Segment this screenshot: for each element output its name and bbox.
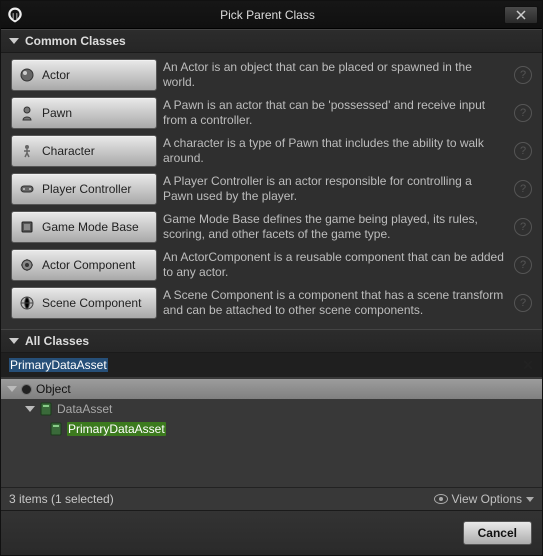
- help-icon[interactable]: ?: [514, 218, 532, 236]
- gamemode-icon: [18, 218, 36, 236]
- help-icon[interactable]: ?: [514, 104, 532, 122]
- class-row-pawn: Pawn A Pawn is an actor that can be 'pos…: [11, 97, 532, 129]
- class-button-scenecomponent[interactable]: Scene Component: [11, 287, 157, 319]
- view-options-label: View Options: [452, 492, 522, 506]
- class-button-actor[interactable]: Actor: [11, 59, 157, 91]
- chevron-down-icon: [7, 386, 17, 392]
- controller-icon: [18, 180, 36, 198]
- data-asset-icon: [49, 422, 63, 436]
- data-asset-icon: [39, 402, 53, 416]
- status-row: 3 items (1 selected) View Options: [1, 487, 542, 510]
- class-tree: Object DataAsset PrimaryDataAsset: [1, 377, 542, 441]
- search-row: PrimaryDataAsset ✕: [1, 353, 542, 377]
- scene-component-icon: [18, 294, 36, 312]
- pawn-icon: [18, 104, 36, 122]
- common-classes-label: Common Classes: [25, 34, 126, 48]
- class-row-gamemode: Game Mode Base Game Mode Base defines th…: [11, 211, 532, 243]
- chevron-down-icon: [25, 406, 35, 412]
- view-options-button[interactable]: View Options: [434, 492, 534, 506]
- class-label: Actor Component: [42, 258, 135, 272]
- class-row-character: Character A character is a type of Pawn …: [11, 135, 532, 167]
- class-desc: Game Mode Base defines the game being pl…: [163, 212, 508, 242]
- class-button-gamemode[interactable]: Game Mode Base: [11, 211, 157, 243]
- all-classes-header[interactable]: All Classes: [1, 329, 542, 353]
- window-title: Pick Parent Class: [31, 8, 504, 22]
- class-button-character[interactable]: Character: [11, 135, 157, 167]
- chevron-down-icon: [9, 38, 19, 44]
- unreal-logo-icon: [5, 5, 25, 25]
- class-row-scenecomponent: Scene Component A Scene Component is a c…: [11, 287, 532, 319]
- all-classes-body: PrimaryDataAsset ✕ Object DataAsset: [1, 353, 542, 510]
- all-classes-label: All Classes: [25, 334, 89, 348]
- class-desc: A character is a type of Pawn that inclu…: [163, 136, 508, 166]
- radio-icon: [21, 384, 32, 395]
- class-label: Player Controller: [42, 182, 131, 196]
- help-icon[interactable]: ?: [514, 256, 532, 274]
- class-desc: An ActorComponent is a reusable componen…: [163, 250, 508, 280]
- class-button-actorcomponent[interactable]: Actor Component: [11, 249, 157, 281]
- actor-component-icon: [18, 256, 36, 274]
- character-icon: [18, 142, 36, 160]
- class-row-actorcomponent: Actor Component An ActorComponent is a r…: [11, 249, 532, 281]
- status-text: 3 items (1 selected): [9, 492, 114, 506]
- dialog-window: Pick Parent Class Common Classes Actor A…: [0, 0, 543, 556]
- search-value: PrimaryDataAsset: [9, 358, 108, 372]
- actor-icon: [18, 66, 36, 84]
- chevron-down-icon: [526, 497, 534, 502]
- tree-label: Object: [36, 382, 71, 396]
- eye-icon: [434, 494, 448, 504]
- class-label: Game Mode Base: [42, 220, 139, 234]
- tree-node-dataasset[interactable]: DataAsset: [1, 399, 542, 419]
- help-icon[interactable]: ?: [514, 294, 532, 312]
- class-desc: An Actor is an object that can be placed…: [163, 60, 508, 90]
- tree-label: DataAsset: [57, 402, 112, 416]
- help-icon[interactable]: ?: [514, 180, 532, 198]
- class-label: Scene Component: [42, 296, 141, 310]
- titlebar: Pick Parent Class: [1, 1, 542, 29]
- class-row-playercontroller: Player Controller A Player Controller is…: [11, 173, 532, 205]
- close-button[interactable]: [504, 6, 538, 24]
- common-classes-list: Actor An Actor is an object that can be …: [1, 53, 542, 329]
- common-classes-header[interactable]: Common Classes: [1, 29, 542, 53]
- search-input[interactable]: PrimaryDataAsset: [7, 355, 520, 375]
- class-label: Actor: [42, 68, 70, 82]
- class-label: Pawn: [42, 106, 72, 120]
- class-desc: A Pawn is an actor that can be 'possesse…: [163, 98, 508, 128]
- class-row-actor: Actor An Actor is an object that can be …: [11, 59, 532, 91]
- tree-node-object[interactable]: Object: [1, 379, 542, 399]
- class-button-pawn[interactable]: Pawn: [11, 97, 157, 129]
- class-button-playercontroller[interactable]: Player Controller: [11, 173, 157, 205]
- cancel-button[interactable]: Cancel: [463, 521, 532, 545]
- footer: Cancel: [1, 510, 542, 555]
- class-desc: A Scene Component is a component that ha…: [163, 288, 508, 318]
- tree-node-primarydataasset[interactable]: PrimaryDataAsset: [1, 419, 542, 439]
- help-icon[interactable]: ?: [514, 142, 532, 160]
- help-icon[interactable]: ?: [514, 66, 532, 84]
- chevron-down-icon: [9, 338, 19, 344]
- class-desc: A Player Controller is an actor responsi…: [163, 174, 508, 204]
- clear-search-button[interactable]: ✕: [520, 357, 536, 373]
- class-label: Character: [42, 144, 95, 158]
- tree-label: PrimaryDataAsset: [67, 422, 166, 436]
